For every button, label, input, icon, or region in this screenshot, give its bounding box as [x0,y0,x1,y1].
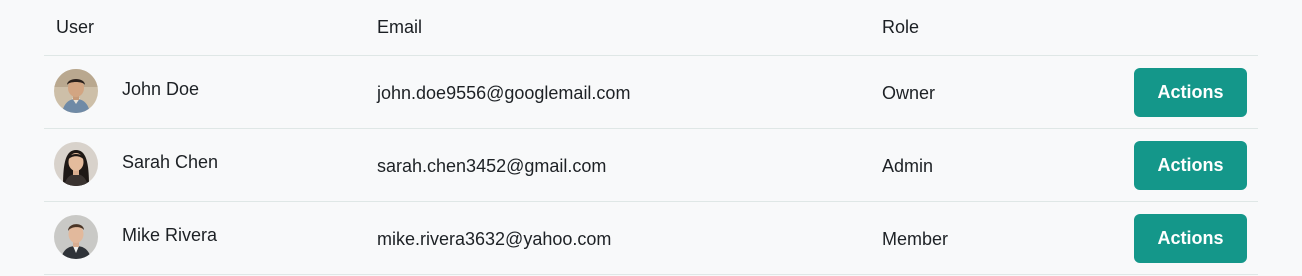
column-header-user: User [56,17,95,37]
avatar [54,142,98,186]
table-row: John Doe john.doe9556@googlemail.com Own… [44,56,1258,129]
actions-button[interactable]: Actions [1134,214,1247,263]
column-header-role: Role [882,17,920,37]
users-table: User Email Role John Doe john.doe9556@go… [44,0,1258,275]
user-role: Member [882,229,949,249]
actions-button[interactable]: Actions [1134,68,1247,117]
user-role: Owner [882,83,936,103]
user-name: Sarah Chen [122,151,219,172]
table-row: Sarah Chen sarah.chen3452@gmail.com Admi… [44,129,1258,202]
avatar [54,215,98,259]
user-email: mike.rivera3632@yahoo.com [377,229,612,249]
user-role: Admin [882,156,934,176]
user-name: John Doe [122,78,200,99]
user-email: sarah.chen3452@gmail.com [377,156,607,176]
user-cell: Mike Rivera [54,214,217,260]
avatar [54,69,98,113]
user-cell: Sarah Chen [54,141,218,187]
table-header-row: User Email Role [44,0,1258,56]
user-name: Mike Rivera [122,224,218,245]
user-cell: John Doe [54,68,199,114]
user-email: john.doe9556@googlemail.com [377,83,631,103]
column-header-email: Email [377,17,423,37]
table-row: Mike Rivera mike.rivera3632@yahoo.com Me… [44,202,1258,275]
actions-button[interactable]: Actions [1134,141,1247,190]
